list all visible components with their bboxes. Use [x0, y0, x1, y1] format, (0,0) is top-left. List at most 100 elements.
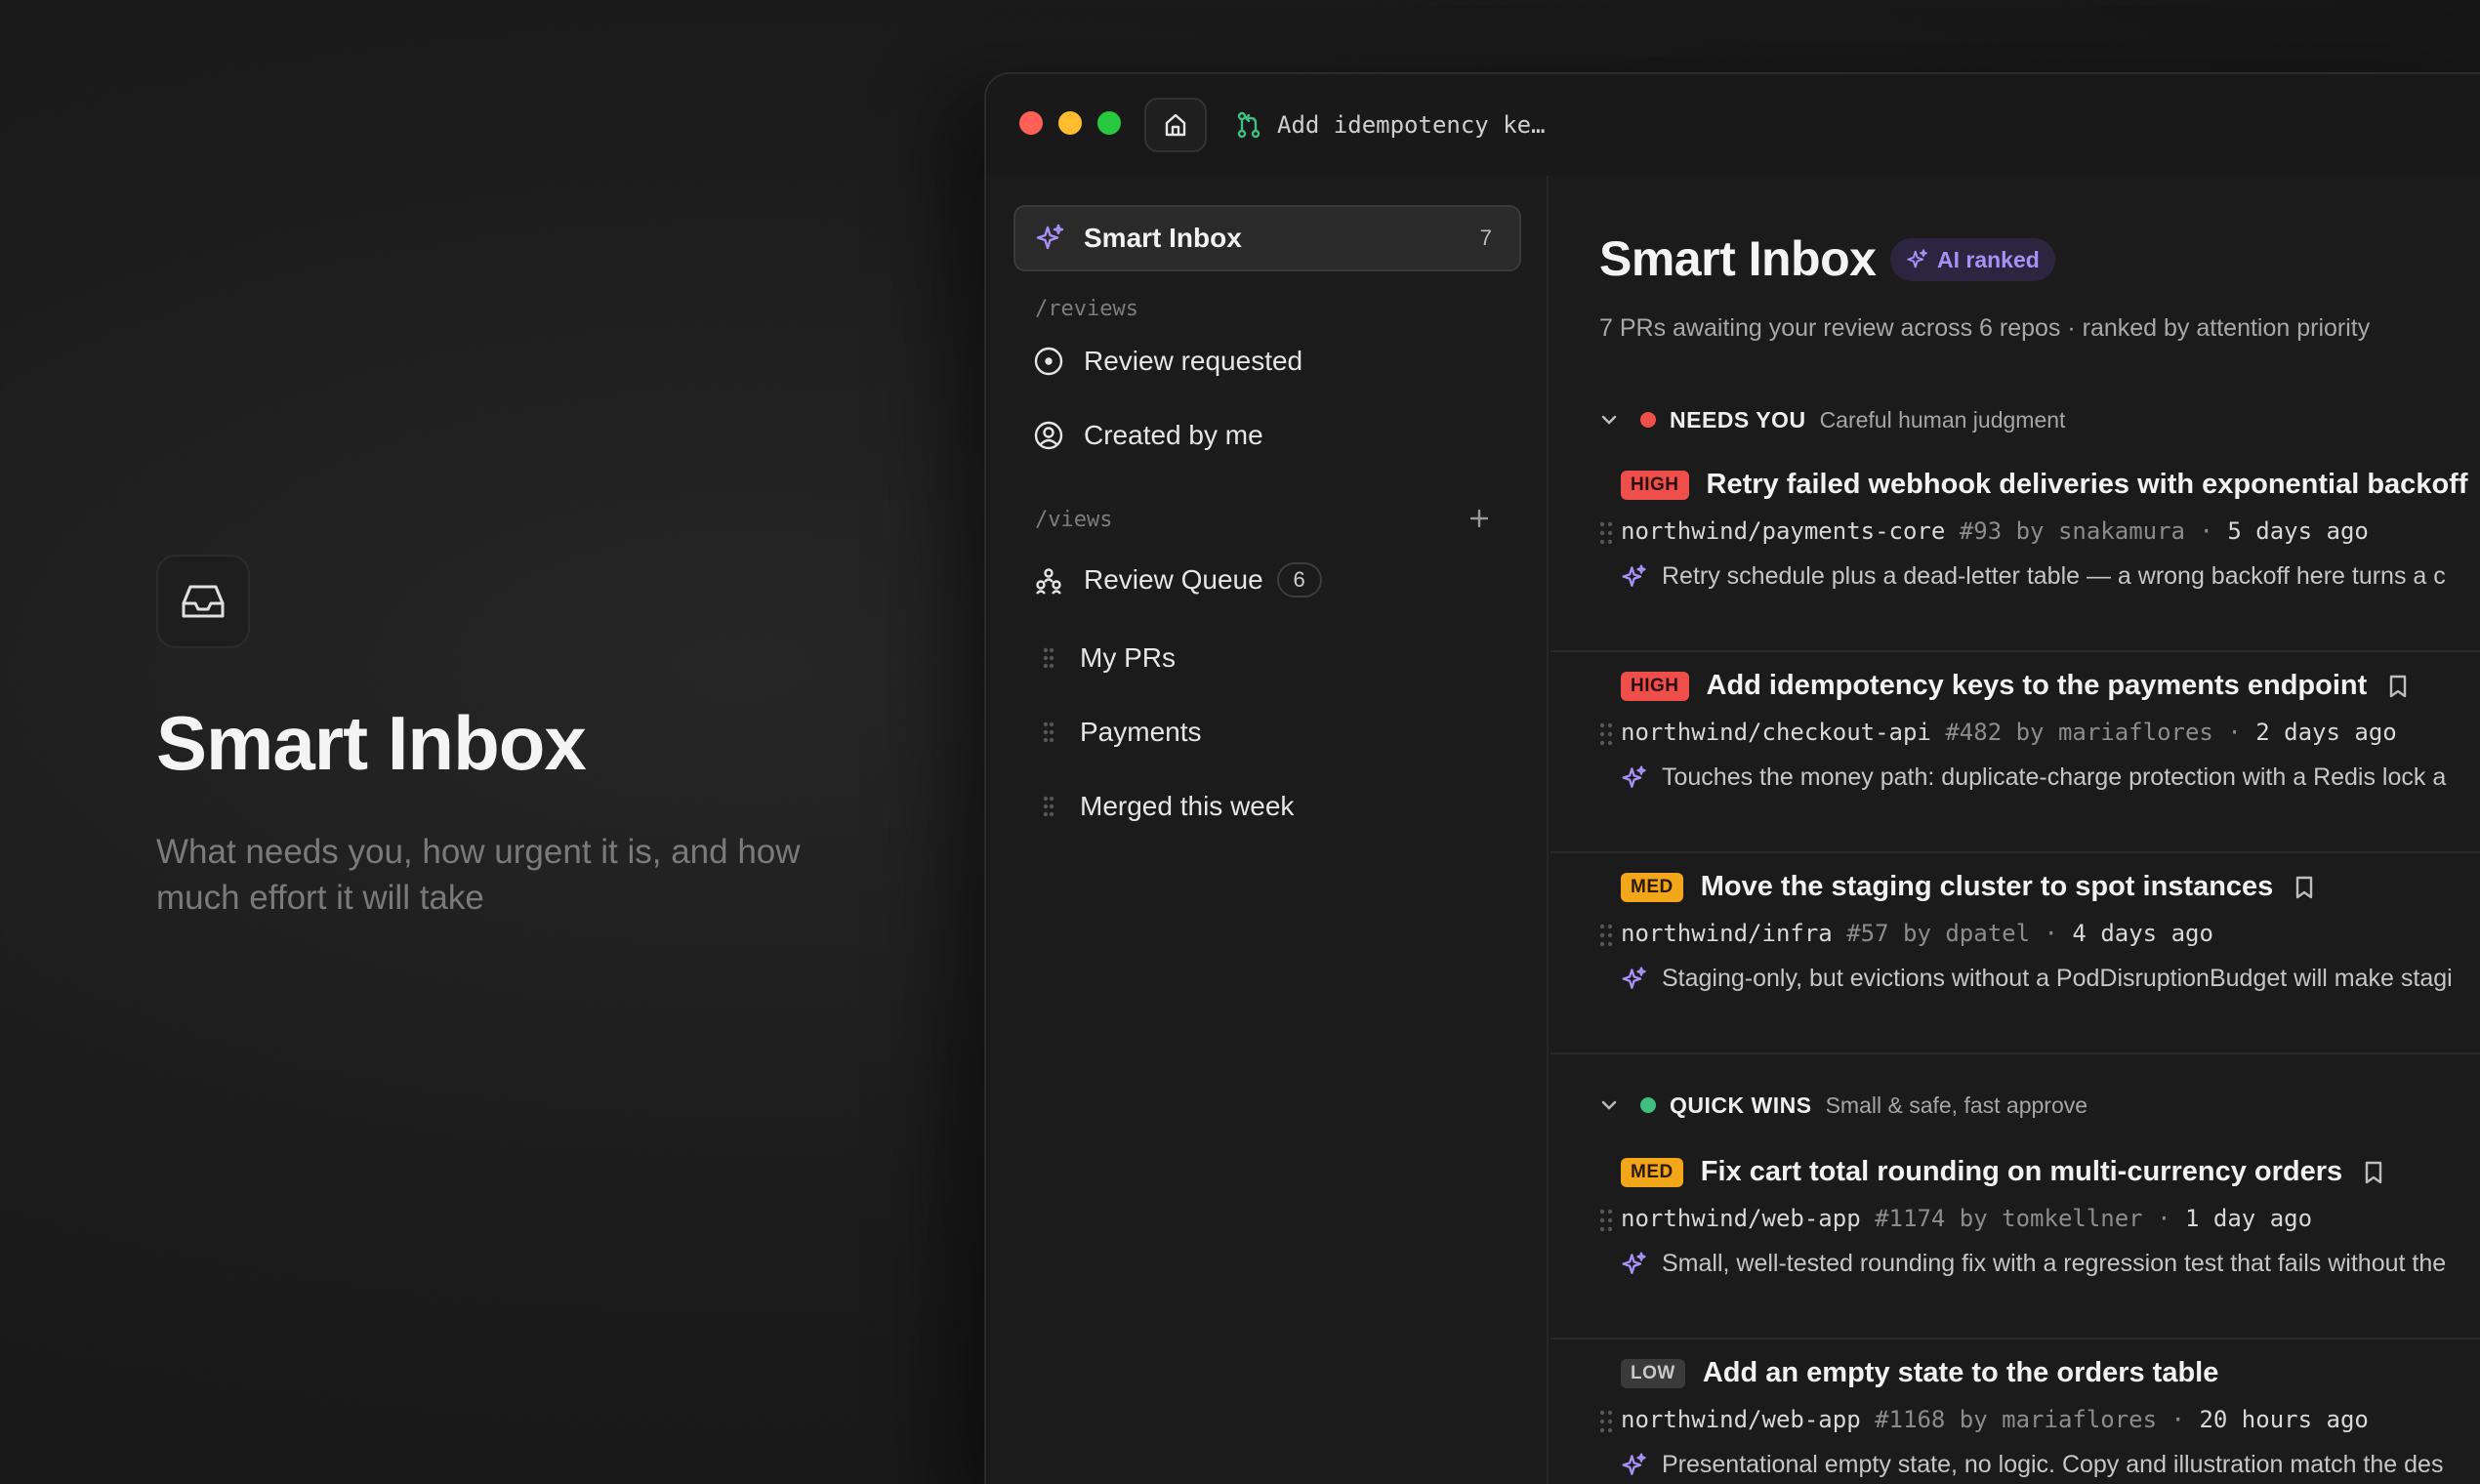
sidebar-item-label: Merged this week [1080, 791, 1295, 821]
ai-summary: Small, well-tested rounding fix with a r… [1662, 1250, 2447, 1277]
ai-ranked-badge: AI ranked [1890, 238, 2055, 281]
pr-row[interactable]: HIGH Add idempotency keys to the payment… [1550, 652, 2480, 853]
sidebar: Smart Inbox 7 /reviews Review requested … [986, 176, 1549, 1484]
add-view-button[interactable] [1465, 504, 1494, 533]
sidebar-item-merged-this-week[interactable]: Merged this week [1033, 777, 1521, 836]
pr-age: 1 day ago [2185, 1205, 2313, 1232]
bookmark-button[interactable] [2388, 674, 2408, 699]
pr-author[interactable]: snakamura [2058, 517, 2185, 545]
tab-pull-request[interactable]: Add idempotency ke… [1236, 103, 1546, 146]
group-header-needs-you[interactable]: NEEDS YOU Careful human judgment [1599, 400, 2065, 439]
group-description: Careful human judgment [1819, 406, 2066, 433]
sidebar-item-created-by-me[interactable]: Created by me [1033, 406, 1521, 465]
ai-summary: Staging-only, but evictions without a Po… [1662, 965, 2453, 992]
pr-title[interactable]: Retry failed webhook deliveries with exp… [1707, 469, 2468, 501]
plus-icon [1469, 509, 1489, 528]
pr-author[interactable]: tomkellner [2002, 1205, 2143, 1232]
pr-row[interactable]: LOW Add an empty state to the orders tab… [1550, 1340, 2480, 1484]
pr-title[interactable]: Add an empty state to the orders table [1703, 1357, 2219, 1389]
priority-badge: LOW [1621, 1358, 1685, 1388]
sparkle-icon [1622, 563, 1646, 587]
drag-handle-icon[interactable] [1595, 721, 1617, 748]
pr-meta: northwind/checkout-api #482 by mariaflor… [1621, 719, 2397, 746]
pr-row[interactable]: MED Fix cart total rounding on multi-cur… [1550, 1138, 2480, 1340]
bookmark-icon [2365, 1161, 2382, 1183]
inbox-icon [156, 555, 250, 648]
pr-meta: northwind/web-app #1174 by tomkellner · … [1621, 1205, 2313, 1232]
home-button[interactable] [1144, 98, 1207, 152]
pr-repo[interactable]: northwind/web-app [1621, 1205, 1861, 1232]
section-label-reviews: /reviews [1035, 297, 1138, 321]
sidebar-item-label: Review Queue [1084, 564, 1263, 595]
pr-author[interactable]: dpatel [1945, 920, 2030, 947]
drag-handle-icon[interactable] [1033, 717, 1064, 748]
zoom-window-button[interactable] [1097, 111, 1121, 135]
app-window: Add idempotency ke… Smart Inbox 7 /revie… [984, 72, 2480, 1484]
pr-meta: northwind/web-app #1168 by mariaflores ·… [1621, 1406, 2369, 1433]
smart-inbox-count: 7 [1479, 226, 1492, 250]
bookmark-button[interactable] [2364, 1160, 2383, 1185]
pr-repo[interactable]: northwind/infra [1621, 920, 1833, 947]
pr-age: 20 hours ago [2199, 1406, 2369, 1433]
pr-row[interactable]: MED Move the staging cluster to spot ins… [1550, 853, 2480, 1054]
drag-handle-icon[interactable] [1595, 1408, 1617, 1435]
close-window-button[interactable] [1019, 111, 1043, 135]
sidebar-item-smart-inbox[interactable]: Smart Inbox 7 [1013, 205, 1521, 271]
drag-handle-icon[interactable] [1595, 519, 1617, 547]
sidebar-item-label: Created by me [1084, 420, 1263, 450]
minimize-window-button[interactable] [1058, 111, 1082, 135]
drag-handle-icon[interactable] [1595, 1207, 1617, 1234]
pr-repo[interactable]: northwind/checkout-api [1621, 719, 1931, 746]
review-queue-count: 6 [1276, 562, 1322, 598]
drag-handle-icon[interactable] [1033, 642, 1064, 674]
pr-number: #1174 [1875, 1205, 1946, 1232]
ai-badge-label: AI ranked [1937, 246, 2040, 272]
ai-summary: Presentational empty state, no logic. Co… [1662, 1451, 2444, 1478]
pr-repo[interactable]: northwind/web-app [1621, 1406, 1861, 1433]
pr-meta: northwind/payments-core #93 by snakamura… [1621, 517, 2369, 545]
sparkle-icon [1622, 764, 1646, 788]
sparkle-icon [1036, 224, 1064, 250]
priority-badge: HIGH [1621, 470, 1689, 500]
group-header-quick-wins[interactable]: QUICK WINS Small & safe, fast approve [1599, 1086, 2087, 1125]
sidebar-item-review-requested[interactable]: Review requested [1033, 332, 1521, 391]
drag-handle-icon[interactable] [1033, 791, 1064, 822]
pr-title[interactable]: Move the staging cluster to spot instanc… [1701, 871, 2274, 903]
pr-meta: northwind/infra #57 by dpatel · 4 days a… [1621, 920, 2213, 947]
pr-author[interactable]: mariaflores [2002, 1406, 2157, 1433]
chevron-down-icon[interactable] [1599, 410, 1619, 430]
pr-row[interactable]: HIGH Retry failed webhook deliveries wit… [1550, 451, 2480, 652]
pr-title[interactable]: Add idempotency keys to the payments end… [1707, 670, 2368, 702]
section-label-views: /views [1035, 508, 1113, 532]
pr-title[interactable]: Fix cart total rounding on multi-currenc… [1701, 1156, 2342, 1188]
status-dot [1640, 412, 1656, 428]
sparkle-icon [1622, 1452, 1646, 1475]
bookmark-button[interactable] [2294, 875, 2314, 900]
group-name: NEEDS YOU [1670, 406, 1806, 433]
sidebar-item-label: Smart Inbox [1084, 223, 1242, 253]
pr-number: #93 [1959, 517, 2003, 545]
sidebar-item-review-queue[interactable]: Review Queue 6 [1033, 551, 1521, 609]
pr-age: 5 days ago [2227, 517, 2369, 545]
ai-summary: Retry schedule plus a dead-letter table … [1662, 562, 2446, 590]
chevron-down-icon[interactable] [1599, 1095, 1619, 1115]
status-dot [1640, 1097, 1656, 1113]
user-circle-icon [1034, 421, 1063, 450]
pr-age: 4 days ago [2072, 920, 2213, 947]
bookmark-icon [2296, 876, 2313, 898]
pr-number: #1168 [1875, 1406, 1946, 1433]
hero-title: Smart Inbox [156, 700, 587, 786]
pr-repo[interactable]: northwind/payments-core [1621, 517, 1945, 545]
priority-badge: MED [1621, 1157, 1683, 1187]
pr-age: 2 days ago [2255, 719, 2397, 746]
page-subtitle: 7 PRs awaiting your review across 6 repo… [1599, 314, 2371, 342]
pr-number: #482 [1945, 719, 2003, 746]
group-icon [1036, 568, 1061, 595]
drag-handle-icon[interactable] [1595, 922, 1617, 949]
pr-author[interactable]: mariaflores [2058, 719, 2213, 746]
sidebar-item-payments[interactable]: Payments [1033, 703, 1521, 762]
sidebar-item-my-prs[interactable]: My PRs [1033, 629, 1521, 687]
sparkle-icon [1622, 966, 1646, 989]
pr-number: #57 [1846, 920, 1889, 947]
bookmark-icon [2390, 675, 2407, 697]
